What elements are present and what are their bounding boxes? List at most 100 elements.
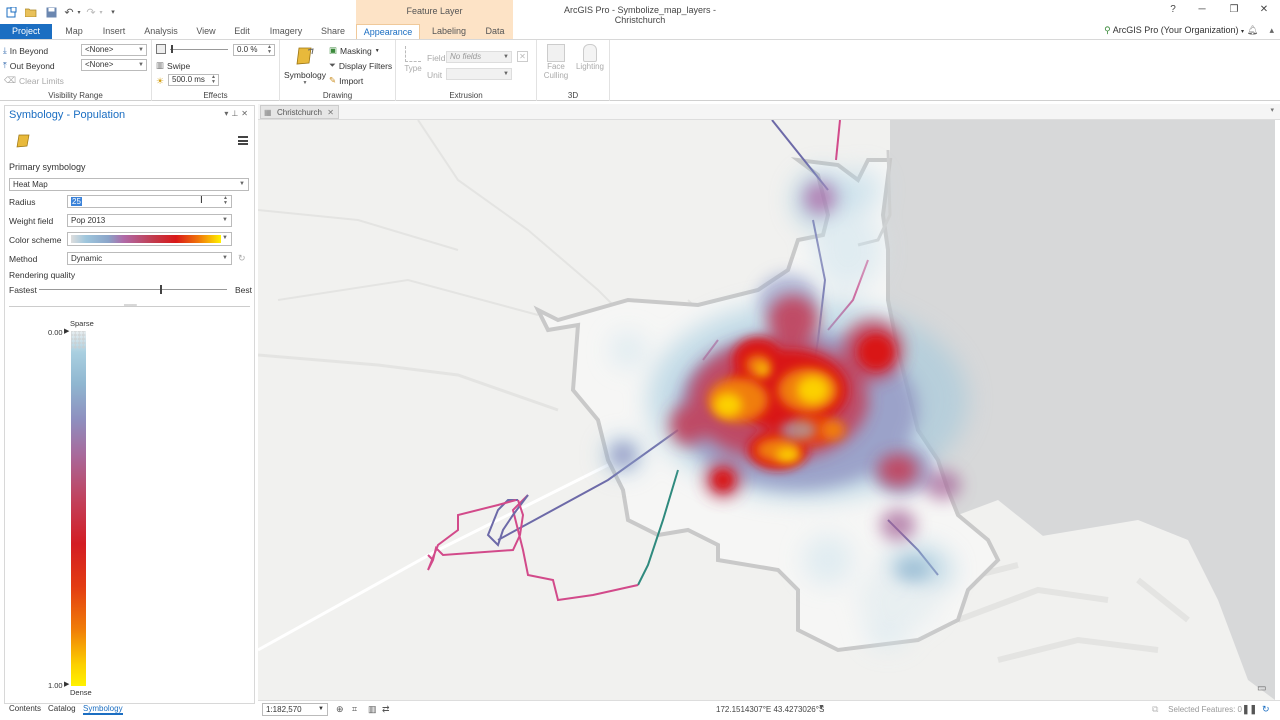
collapse-ribbon-icon[interactable]: ▴ <box>1269 25 1274 36</box>
out-beyond-button[interactable]: ⤒ Out Beyond <box>3 60 55 71</box>
refresh-icon[interactable]: ↻ <box>1262 704 1270 715</box>
transparency-value: 0.0 % <box>237 45 258 54</box>
chevron-down-icon[interactable]: ▾ <box>1270 106 1274 114</box>
import-label: Import <box>339 75 364 86</box>
navigator-icon[interactable]: ⇄ <box>382 704 390 715</box>
face-culling-label: Face Culling <box>543 62 569 80</box>
stepper-icon[interactable]: ▲ ▼ <box>267 45 272 55</box>
method-label: Method <box>9 254 38 264</box>
pin-icon[interactable]: ⊥ <box>231 109 241 118</box>
swipe-button[interactable]: ▥ Swipe <box>156 60 190 71</box>
account-menu[interactable]: ⚲ ArcGIS Pro (Your Organization) ▾ <box>1104 25 1244 36</box>
tab-project[interactable]: Project <box>0 24 52 39</box>
chevron-down-icon: ▼ <box>239 181 245 187</box>
extrusion-field-combo[interactable]: No fields ▼ <box>446 51 512 63</box>
map-tab-christchurch[interactable]: ▦ Christchurch ✕ <box>260 105 339 119</box>
effects-group: 0.0 % ▲ ▼ ▥ Swipe ☀ 500.0 ms ▲ ▼ Effects <box>152 40 280 101</box>
lighting-button[interactable]: Lighting <box>573 44 607 71</box>
filter-icon: ⏷ <box>329 60 336 70</box>
display-filters-label: Display Filters <box>338 60 393 71</box>
extrusion-unit-combo[interactable]: ▼ <box>446 68 512 80</box>
fixed-zoom-icon[interactable]: ⊕ <box>336 704 344 715</box>
tab-imagery[interactable]: Imagery <box>266 24 306 39</box>
masking-button[interactable]: ▣ Masking ▼ <box>329 45 380 56</box>
close-icon[interactable]: ✕ <box>1254 4 1274 18</box>
close-icon[interactable]: ✕ <box>241 109 251 118</box>
in-beyond-button[interactable]: ⤓ In Beyond <box>3 45 48 56</box>
extrusion-label: Extrusion <box>449 91 483 100</box>
scale-combo[interactable]: 1:182,570 ▼ <box>262 703 328 716</box>
tab-appearance[interactable]: Appearance <box>356 24 420 39</box>
chevron-down-icon[interactable]: ▼ <box>818 704 825 711</box>
transparency-slider-thumb[interactable] <box>171 45 173 53</box>
zoom-extent-icon[interactable]: ⌗ <box>352 704 357 715</box>
tab-edit[interactable]: Edit <box>228 24 256 39</box>
renderer-combo[interactable]: Heat Map ▼ <box>9 178 249 191</box>
minimize-icon[interactable]: ─ <box>1192 4 1212 18</box>
clear-limits-button[interactable]: ⌫ Clear Limits <box>4 75 64 86</box>
splitter-grip-icon[interactable]: ═══ <box>124 303 137 309</box>
radius-label: Radius <box>9 197 36 207</box>
symbology-icon <box>296 47 314 65</box>
legend-min-marker-icon[interactable]: ▶ <box>64 327 69 335</box>
chevron-down-icon: ▼ <box>222 235 228 241</box>
legend-transparency-swatch <box>71 331 86 349</box>
grid-icon[interactable]: ▥ <box>368 704 377 715</box>
open-project-icon[interactable] <box>24 5 38 19</box>
transparency-input[interactable]: 0.0 % ▲ ▼ <box>233 44 275 56</box>
face-culling-icon <box>547 44 565 62</box>
refresh-icon[interactable]: ↻ <box>238 253 246 264</box>
tab-labeling[interactable]: Labeling <box>428 24 470 39</box>
display-filters-button[interactable]: ⏷ Display Filters <box>329 60 392 71</box>
new-project-icon[interactable] <box>4 5 18 19</box>
clear-limits-icon: ⌫ <box>4 75 17 85</box>
color-scheme-combo[interactable]: ▼ <box>67 232 232 246</box>
color-scheme-label: Color scheme <box>9 235 62 245</box>
restore-icon[interactable]: ❐ <box>1224 4 1244 18</box>
map-svg[interactable] <box>258 120 1275 700</box>
tab-catalog[interactable]: Catalog <box>48 704 76 713</box>
tab-contents[interactable]: Contents <box>9 704 41 713</box>
expression-icon[interactable]: ✕ <box>517 51 528 62</box>
stepper-icon[interactable]: ▲ ▼ <box>223 196 228 206</box>
3d-label: 3D <box>567 91 579 100</box>
pause-icon[interactable]: ❚❚ <box>1242 704 1257 715</box>
selected-features-icon: ⧉ <box>1152 704 1159 714</box>
notifications-icon[interactable]: 🔔︎ <box>1247 25 1258 36</box>
tab-share[interactable]: Share <box>316 24 350 39</box>
import-symbology-button[interactable]: ✎ Import <box>329 75 363 86</box>
tab-analysis[interactable]: Analysis <box>140 24 182 39</box>
help-button[interactable]: ? <box>1163 4 1183 18</box>
legend-dense-label: Dense <box>70 688 92 697</box>
transparency-slider[interactable] <box>170 49 228 50</box>
map-canvas[interactable] <box>258 120 1275 700</box>
stepper-icon[interactable]: ▲ ▼ <box>211 75 216 85</box>
in-beyond-scale-combo[interactable]: <None> ▼ <box>81 44 147 56</box>
save-icon[interactable] <box>44 5 58 19</box>
close-icon[interactable]: ✕ <box>327 106 334 120</box>
rendering-quality-thumb[interactable] <box>160 285 163 294</box>
flicker-rate-input[interactable]: 500.0 ms ▲ ▼ <box>168 74 219 86</box>
out-beyond-scale-combo[interactable]: <None> ▼ <box>81 59 147 71</box>
symbology-button[interactable]: Symbology ▼ <box>283 43 327 86</box>
tab-symbology[interactable]: Symbology <box>83 704 123 715</box>
tab-data[interactable]: Data <box>480 24 510 39</box>
tab-map[interactable]: Map <box>58 24 90 39</box>
legend-max-marker-icon[interactable]: ▶ <box>64 680 69 688</box>
extrusion-type-button[interactable]: Type <box>400 46 426 74</box>
weight-field-combo[interactable]: Pop 2013 ▼ <box>67 214 232 227</box>
chevron-down-icon: ▼ <box>374 47 380 54</box>
method-combo[interactable]: Dynamic ▼ <box>67 252 232 265</box>
menu-icon[interactable] <box>238 136 248 145</box>
rendering-quality-slider[interactable] <box>39 289 227 290</box>
tab-view[interactable]: View <box>192 24 220 39</box>
map-overview-icon[interactable]: ▭ <box>1257 683 1266 694</box>
symbology-pane: Symbology - Population ▾⊥✕ Primary symbo… <box>4 105 255 704</box>
primary-symbology-icon[interactable] <box>15 133 31 149</box>
flicker-icon: ☀ <box>156 76 165 86</box>
radius-input[interactable]: 25 I ▲ ▼ <box>67 195 232 208</box>
app-title: ArcGIS Pro - Symbolize_map_layers - Chri… <box>563 5 717 25</box>
face-culling-button[interactable]: Face Culling <box>539 44 573 80</box>
tab-insert[interactable]: Insert <box>98 24 130 39</box>
customize-toolbar-icon[interactable]: ▾ <box>106 5 120 19</box>
